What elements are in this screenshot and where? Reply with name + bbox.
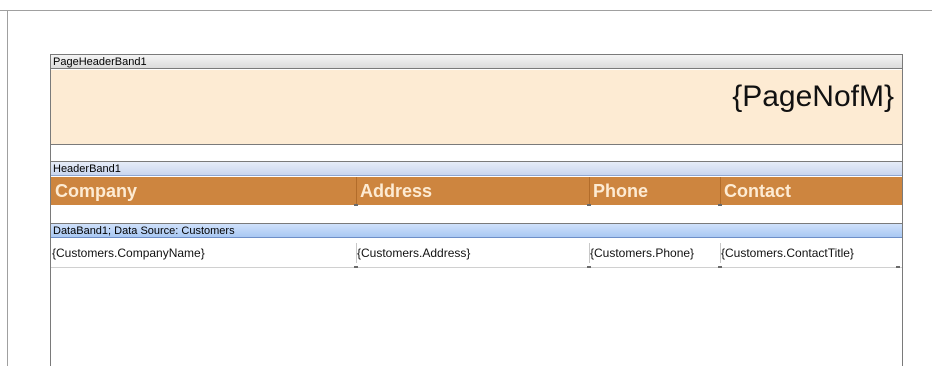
page-header-band[interactable]: {PageNofM} <box>51 70 902 145</box>
component-corner-marker <box>587 204 591 206</box>
header-address-textbox[interactable]: Address <box>356 177 589 205</box>
report-page[interactable]: PageHeaderBand1 {PageNofM} HeaderBand1 C… <box>50 54 903 366</box>
header-phone-textbox[interactable]: Phone <box>589 177 720 205</box>
component-corner-marker <box>587 266 591 268</box>
component-corner-marker <box>896 266 900 268</box>
page-header-band-caption[interactable]: PageHeaderBand1 <box>51 54 902 69</box>
designer-top-border <box>0 10 932 11</box>
component-corner-marker <box>354 204 358 206</box>
data-company-name-textbox[interactable]: {Customers.CompanyName} <box>51 239 356 267</box>
header-band-caption[interactable]: HeaderBand1 <box>51 161 902 176</box>
data-band-caption[interactable]: DataBand1; Data Source: Customers <box>51 223 902 238</box>
designer-left-border <box>7 10 8 366</box>
data-band[interactable]: {Customers.CompanyName} {Customers.Addre… <box>51 239 902 268</box>
data-phone-textbox[interactable]: {Customers.Phone} <box>589 239 720 267</box>
header-contact-textbox[interactable]: Contact <box>720 177 902 205</box>
data-contact-title-textbox[interactable]: {Customers.ContactTitle} <box>720 239 902 267</box>
data-address-textbox[interactable]: {Customers.Address} <box>356 239 589 267</box>
page-n-of-m-textbox[interactable]: {PageNofM} <box>732 80 894 114</box>
component-corner-marker <box>718 204 722 206</box>
header-company-textbox[interactable]: Company <box>51 177 356 205</box>
header-band[interactable]: Company Address Phone Contact <box>51 177 902 205</box>
component-corner-marker <box>354 266 358 268</box>
component-corner-marker <box>718 266 722 268</box>
